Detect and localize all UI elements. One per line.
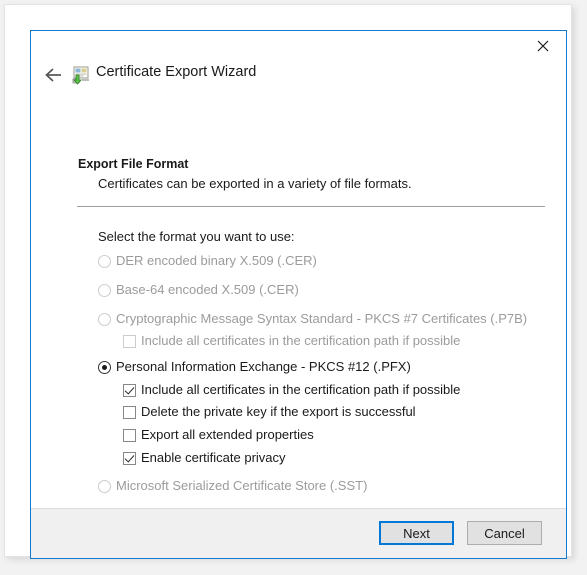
option-pfx-delete-key[interactable]: Delete the private key if the export is … bbox=[123, 405, 416, 419]
radio-der bbox=[98, 255, 111, 268]
checkbox-pfx-export-props[interactable] bbox=[123, 429, 136, 442]
checkbox-pfx-delete-key[interactable] bbox=[123, 406, 136, 419]
certificate-export-wizard-dialog: Certificate Export Wizard Export File Fo… bbox=[30, 30, 567, 559]
option-label-pfx-delete-key: Delete the private key if the export is … bbox=[136, 405, 416, 419]
back-arrow-icon[interactable] bbox=[41, 62, 67, 88]
option-pkcs7: Cryptographic Message Syntax Standard - … bbox=[98, 312, 527, 326]
certificate-export-icon bbox=[71, 65, 91, 85]
option-pfx[interactable]: Personal Information Exchange - PKCS #12… bbox=[98, 360, 411, 374]
radio-base64 bbox=[98, 284, 111, 297]
option-label-sst: Microsoft Serialized Certificate Store (… bbox=[111, 479, 367, 493]
option-pfx-include-all[interactable]: Include all certificates in the certific… bbox=[123, 383, 460, 397]
dialog-footer: Next Cancel bbox=[31, 508, 566, 558]
option-label-der: DER encoded binary X.509 (.CER) bbox=[111, 254, 317, 268]
option-label-pfx-export-props: Export all extended properties bbox=[136, 428, 314, 442]
option-sst: Microsoft Serialized Certificate Store (… bbox=[98, 479, 367, 493]
header-divider bbox=[77, 206, 545, 207]
option-label-p7b-include-all: Include all certificates in the certific… bbox=[136, 334, 460, 348]
option-p7b-include-all: Include all certificates in the certific… bbox=[123, 334, 460, 348]
dialog-title: Certificate Export Wizard bbox=[96, 64, 256, 80]
format-prompt: Select the format you want to use: bbox=[98, 229, 295, 244]
option-der: DER encoded binary X.509 (.CER) bbox=[98, 254, 317, 268]
radio-sst bbox=[98, 480, 111, 493]
option-pfx-privacy[interactable]: Enable certificate privacy bbox=[123, 451, 286, 465]
option-label-pfx: Personal Information Exchange - PKCS #12… bbox=[111, 360, 411, 374]
option-label-pfx-include-all: Include all certificates in the certific… bbox=[136, 383, 460, 397]
dialog-titlebar: Certificate Export Wizard bbox=[31, 31, 566, 91]
option-pfx-export-props[interactable]: Export all extended properties bbox=[123, 428, 314, 442]
next-button[interactable]: Next bbox=[379, 521, 454, 545]
option-label-pkcs7: Cryptographic Message Syntax Standard - … bbox=[111, 312, 527, 326]
close-icon[interactable] bbox=[520, 31, 566, 61]
checkbox-pfx-include-all[interactable] bbox=[123, 384, 136, 397]
checkbox-pfx-privacy[interactable] bbox=[123, 452, 136, 465]
option-label-pfx-privacy: Enable certificate privacy bbox=[136, 451, 286, 465]
page-title: Export File Format bbox=[78, 157, 188, 171]
option-base64: Base-64 encoded X.509 (.CER) bbox=[98, 283, 299, 297]
page-subtitle: Certificates can be exported in a variet… bbox=[98, 176, 412, 191]
radio-pkcs7 bbox=[98, 313, 111, 326]
radio-pfx[interactable] bbox=[98, 361, 111, 374]
dialog-body: Export File Format Certificates can be e… bbox=[31, 91, 566, 508]
page-sheet: Certificate Export Wizard Export File Fo… bbox=[4, 4, 572, 557]
checkbox-p7b-include-all bbox=[123, 335, 136, 348]
option-label-base64: Base-64 encoded X.509 (.CER) bbox=[111, 283, 299, 297]
desktop-backdrop: Certificate Export Wizard Export File Fo… bbox=[0, 0, 587, 575]
cancel-button[interactable]: Cancel bbox=[467, 521, 542, 545]
